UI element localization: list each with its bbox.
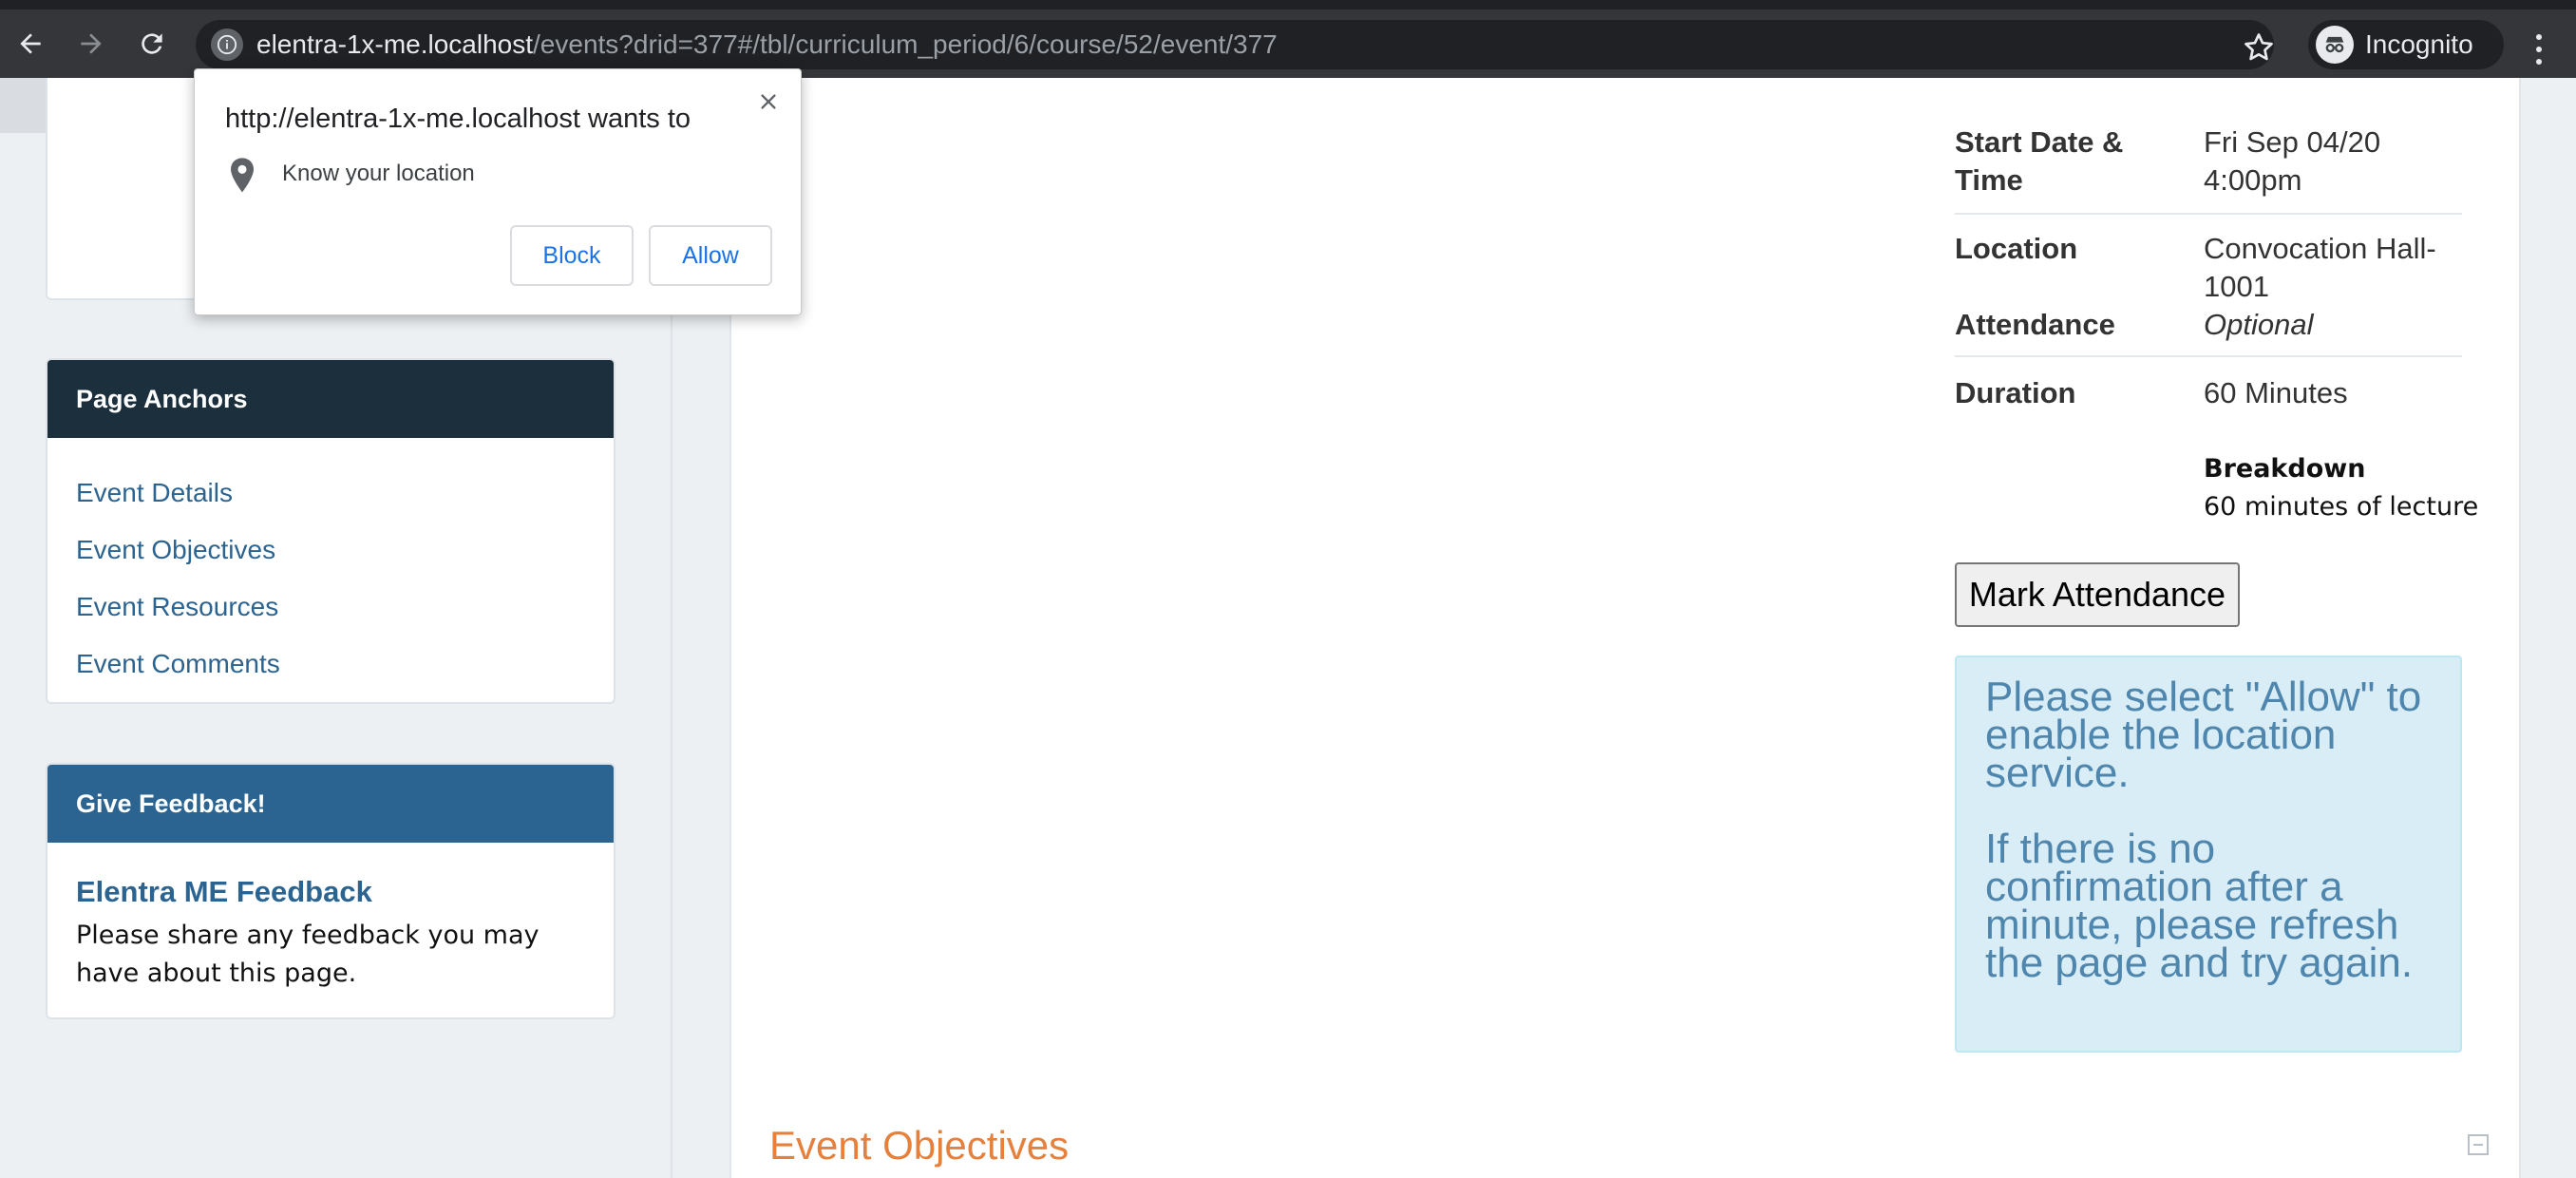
location-value-line1: Convocation Hall- <box>2204 232 2436 265</box>
duration-label: Duration <box>1955 376 2076 409</box>
divider <box>1955 213 2462 215</box>
anchor-event-comments[interactable]: Event Comments <box>76 649 280 679</box>
feedback-title: Give Feedback! <box>47 765 614 843</box>
popup-title: http://elentra-1x-me.localhost wants to <box>225 104 691 134</box>
breakdown-label: Breakdown <box>2204 454 2366 484</box>
incognito-icon <box>2316 26 2354 64</box>
anchor-event-details[interactable]: Event Details <box>76 478 233 508</box>
bookmark-star-icon[interactable] <box>2242 30 2276 65</box>
location-alert: Please select "Allow" to enable the loca… <box>1955 656 2462 1053</box>
anchor-event-resources[interactable]: Event Resources <box>76 592 278 622</box>
alert-allow-text: Please select "Allow" to enable the loca… <box>1985 674 2422 796</box>
address-bar[interactable]: elentra-1x-me.localhost/events?drid=377#… <box>196 20 2274 69</box>
close-icon <box>761 94 776 109</box>
incognito-label: Incognito <box>2365 29 2473 59</box>
alert-refresh-text: If there is no confirmation after a minu… <box>1985 826 2414 986</box>
location-permission-popup: http://elentra-1x-me.localhost wants to … <box>194 68 802 315</box>
duration-value: 60 Minutes <box>2204 376 2348 409</box>
feedback-text: Please share any feedback you may have a… <box>76 921 540 988</box>
page-anchors-title: Page Anchors <box>47 360 614 438</box>
arrow-left-icon <box>20 33 41 54</box>
incognito-badge[interactable]: Incognito <box>2308 20 2504 69</box>
start-date-value-line2: 4:00pm <box>2204 163 2302 197</box>
reload-icon <box>142 33 162 54</box>
collapse-icon[interactable] <box>2468 1134 2489 1155</box>
block-button[interactable]: Block <box>510 225 634 286</box>
forward-button[interactable] <box>68 21 114 66</box>
site-info-icon[interactable] <box>211 28 243 61</box>
browser-menu-icon[interactable] <box>2525 28 2553 70</box>
close-button[interactable] <box>749 83 787 121</box>
location-value-line2: 1001 <box>2204 270 2269 303</box>
divider <box>1955 355 2462 357</box>
arrow-right-icon <box>81 33 102 54</box>
attendance-value: Optional <box>2204 308 2314 341</box>
allow-button[interactable]: Allow <box>649 225 772 286</box>
back-button[interactable] <box>8 21 53 66</box>
browser-tabstrip <box>0 0 2576 10</box>
page-anchors-widget: Page Anchors Event Details Event Objecti… <box>46 358 616 704</box>
feedback-link[interactable]: Elentra ME Feedback <box>76 875 372 909</box>
location-label: Location <box>1955 232 2078 265</box>
reload-button[interactable] <box>129 21 175 66</box>
event-objectives-heading: Event Objectives <box>769 1123 1070 1168</box>
breakdown-value: 60 minutes of lecture <box>2204 492 2479 522</box>
url-text: elentra-1x-me.localhost/events?drid=377#… <box>256 29 1278 59</box>
feedback-widget: Give Feedback! Elentra ME Feedback Pleas… <box>46 763 616 1019</box>
start-date-value-line1: Fri Sep 04/20 <box>2204 125 2381 159</box>
permission-text: Know your location <box>282 161 475 186</box>
mark-attendance-button[interactable]: Mark Attendance <box>1955 562 2240 627</box>
location-pin-icon <box>231 158 254 193</box>
attendance-label: Attendance <box>1955 308 2115 341</box>
start-date-label: Start Date & Time <box>1955 125 2124 197</box>
anchor-event-objectives[interactable]: Event Objectives <box>76 535 275 565</box>
